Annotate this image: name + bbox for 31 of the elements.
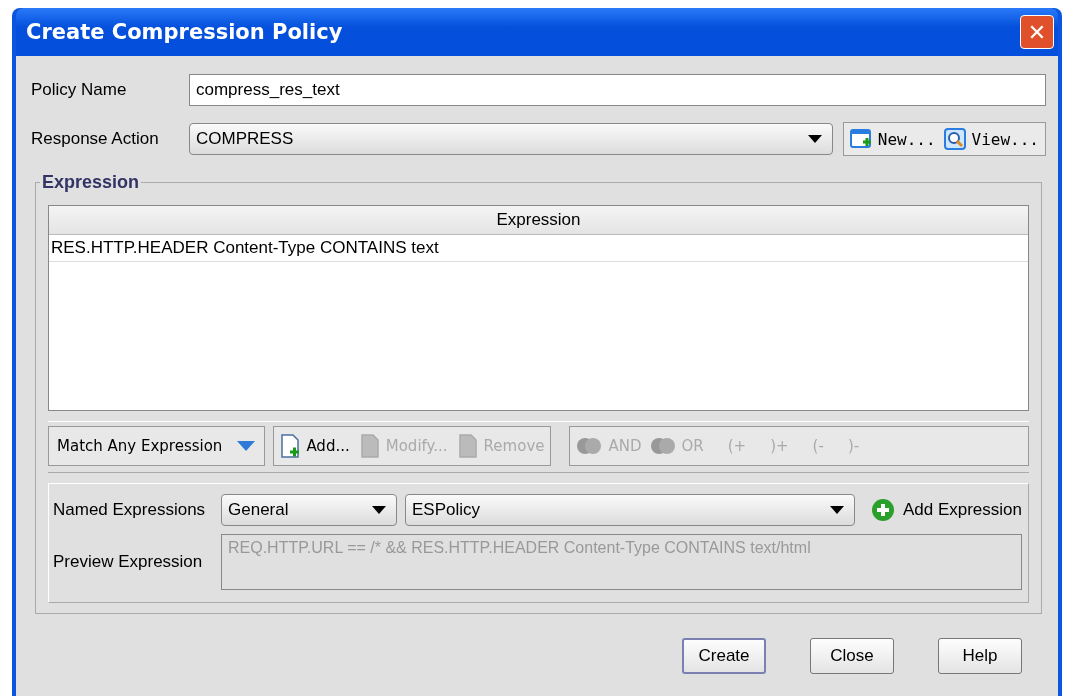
dialog-button[interactable]: Create [682,638,766,674]
group-title: Expression [41,172,141,193]
policy-name-field[interactable]: compress_res_text [189,74,1046,106]
magnifier-icon [943,128,966,150]
circles-icon [649,437,676,455]
document-icon [457,434,478,458]
match-dropdown-button[interactable]: Match Any Expression [48,426,266,466]
field-label: Policy Name [31,80,128,100]
window-title: Create Compression Policy [26,20,343,44]
field-label: Named Expressions [53,500,207,520]
response-action-dropdown[interactable]: COMPRESS [189,123,833,155]
add-expression-button[interactable]: Add Expression [862,498,1022,522]
field-label: Preview Expression [53,552,204,572]
expression-dropdown[interactable]: ESPolicy [405,494,855,526]
table-row[interactable]: RES.HTTP.HEADER Content-Type CONTAINS text [49,235,1028,262]
category-dropdown[interactable]: General [221,494,397,526]
document-icon [280,434,301,458]
document-icon [359,434,380,458]
table-cell: RES.HTTP.HEADER Content-Type CONTAINS text [51,238,439,257]
column-header[interactable]: Expression [49,206,1028,234]
dialog-button[interactable]: Close [810,638,894,674]
circles-icon [576,437,603,455]
new-window-icon [849,128,872,150]
add-button[interactable]: Add... [280,434,350,458]
new-button[interactable]: New... [849,128,936,150]
caret-icon [236,440,257,452]
field-label: Response Action [31,129,160,149]
view-button[interactable]: View... [943,128,1039,150]
plus-icon [870,498,895,522]
dialog-button[interactable]: Help [938,638,1022,674]
close-button[interactable]: ✕ [1020,15,1054,49]
